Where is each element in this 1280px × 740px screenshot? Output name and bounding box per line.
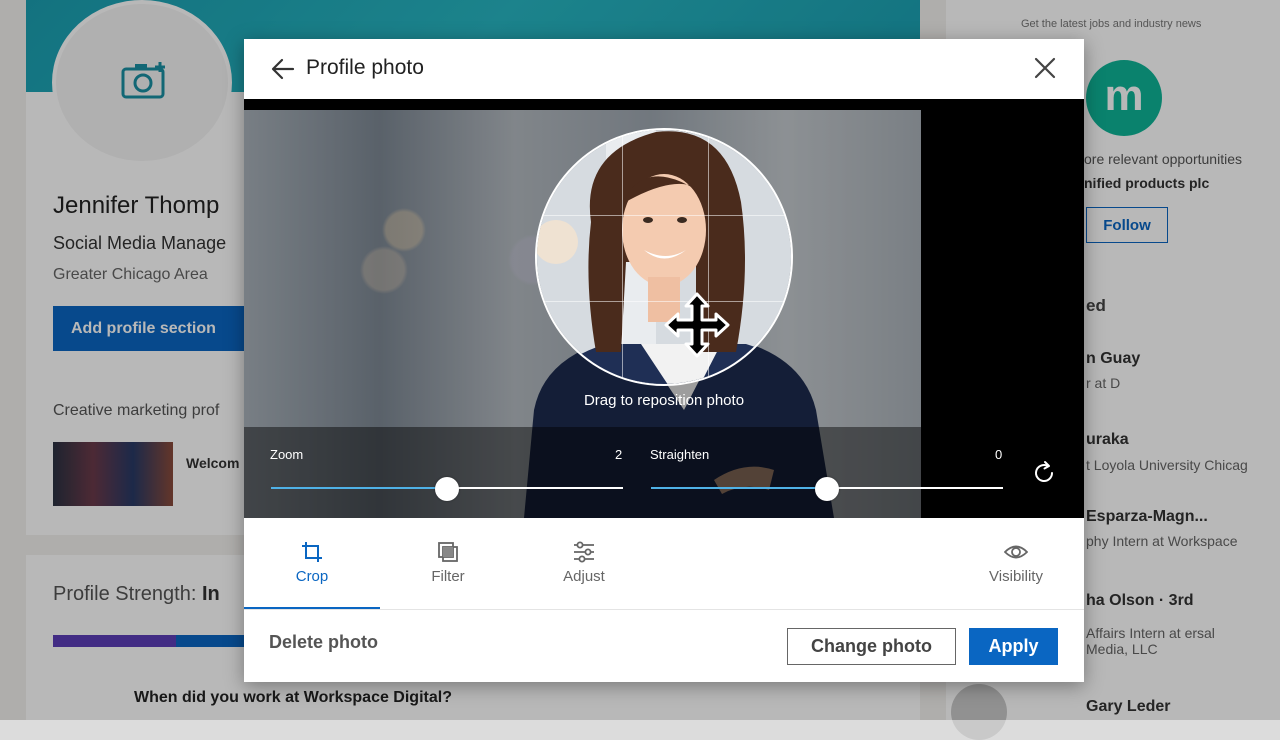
tab-filter[interactable]: Filter [380,518,516,609]
straighten-label: Straighten [650,447,710,462]
dialog-header: Profile photo [244,39,1084,99]
tab-visibility[interactable]: Visibility [948,518,1084,609]
adjust-icon [574,541,594,563]
back-arrow-icon[interactable] [268,54,298,84]
drag-hint: Drag to reposition photo [583,392,745,409]
change-photo-button[interactable]: Change photo [787,628,956,665]
zoom-slider-thumb[interactable] [435,477,459,501]
editor-tabs: Crop Filter Adjust Visibility [244,518,1084,610]
crop-icon [302,542,322,562]
move-cursor-icon [664,292,730,358]
straighten-track-fill [651,487,827,489]
photo-editor: Drag to reposition photo Zoom 2 Straight… [244,99,1084,518]
filter-icon [438,542,458,562]
zoom-label: Zoom [270,447,304,462]
tab-label: Adjust [563,568,605,585]
profile-photo-dialog: Profile photo Drag to reposition photo Z… [244,39,1084,682]
eye-icon [1004,545,1028,559]
dialog-title: Profile photo [306,56,424,79]
zoom-track-fill [271,487,447,489]
straighten-value: 0 [995,447,1003,462]
apply-button[interactable]: Apply [969,628,1058,665]
zoom-value: 2 [615,447,623,462]
adjust-sliders: Zoom 2 Straighten 0 [244,427,1084,518]
tab-adjust[interactable]: Adjust [516,518,652,609]
close-icon[interactable] [1030,53,1060,83]
tab-label: Visibility [989,568,1043,585]
tab-label: Filter [431,568,465,585]
tab-crop[interactable]: Crop [244,518,380,609]
crop-grid-line [537,215,791,216]
crop-grid-line [622,130,623,384]
delete-photo-button[interactable]: Delete photo [269,632,378,653]
straighten-slider-thumb[interactable] [815,477,839,501]
dialog-footer: Delete photo Change photo Apply [244,610,1084,682]
rotate-reset-icon[interactable] [1031,460,1057,486]
tab-label: Crop [295,568,329,585]
